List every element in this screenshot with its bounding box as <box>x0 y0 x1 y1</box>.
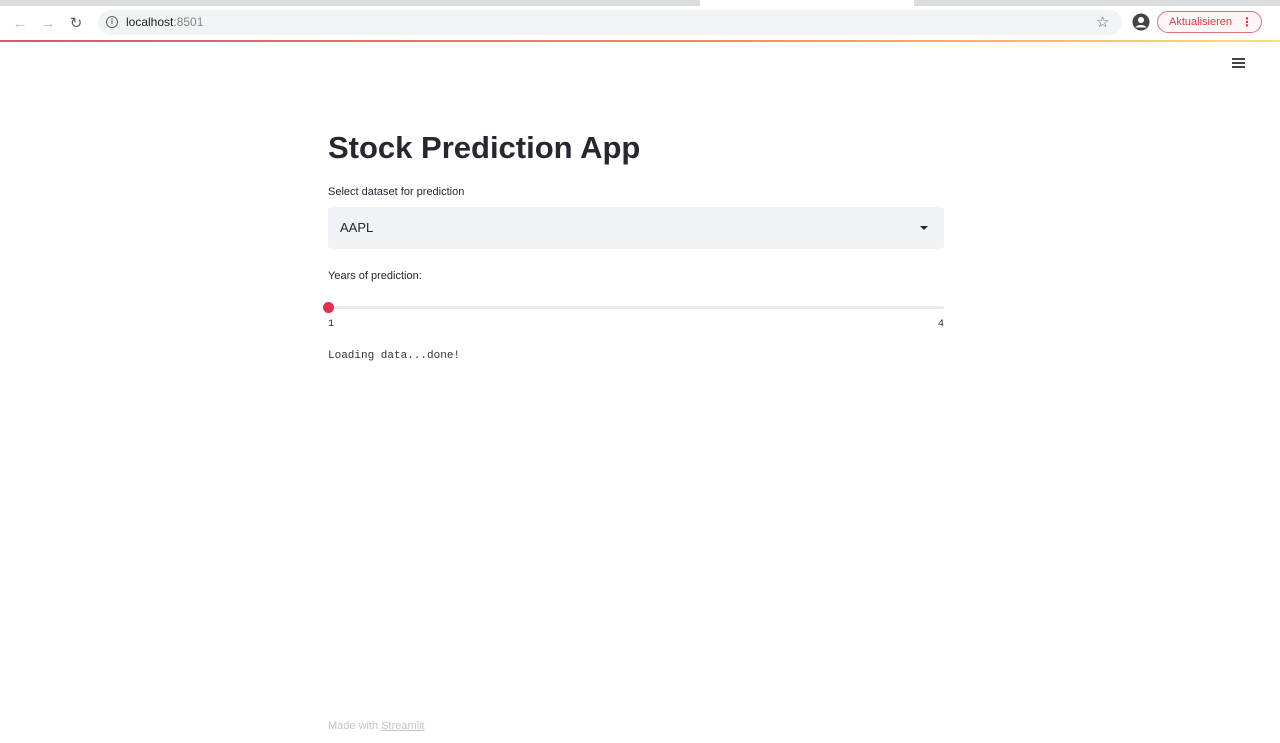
footer: Made with Streamlit <box>328 720 425 732</box>
star-icon[interactable]: ☆ <box>1096 15 1109 30</box>
footer-text: Made with <box>328 720 379 732</box>
url-port: :8501 <box>173 15 204 29</box>
forward-icon[interactable]: → <box>36 12 60 34</box>
dataset-select-value: AAPL <box>340 220 374 235</box>
status-text: Loading data...done! <box>328 350 461 362</box>
page-title: Stock Prediction App <box>328 130 641 165</box>
years-slider-track[interactable] <box>328 306 944 309</box>
browser-toolbar: ← → ↻ i localhost:8501 ☆ Aktualisieren ⋮ <box>0 6 1280 40</box>
url-text[interactable]: localhost:8501 <box>126 15 203 29</box>
reload-icon[interactable]: ↻ <box>64 12 88 34</box>
slider-min-label: 1 <box>328 319 335 330</box>
loading-accent-line <box>0 40 1280 42</box>
dataset-select[interactable]: AAPL <box>328 207 944 249</box>
select-label: Select dataset for prediction <box>328 186 465 198</box>
back-icon[interactable]: ← <box>8 12 32 34</box>
update-button-label: Aktualisieren <box>1169 16 1232 28</box>
hamburger-icon[interactable] <box>1232 58 1246 72</box>
profile-icon[interactable] <box>1132 13 1150 31</box>
update-button[interactable]: Aktualisieren ⋮ <box>1157 11 1262 33</box>
years-slider-thumb[interactable] <box>322 302 334 313</box>
slider-max-label: 4 <box>937 319 944 330</box>
address-bar[interactable]: i localhost:8501 <box>98 10 1122 35</box>
caret-down-icon <box>920 226 928 230</box>
streamlit-link[interactable]: Streamlit <box>381 720 424 732</box>
kebab-icon: ⋮ <box>1241 15 1253 29</box>
info-icon[interactable]: i <box>106 16 118 28</box>
url-host: localhost <box>126 15 174 29</box>
slider-label: Years of prediction: <box>328 270 422 282</box>
